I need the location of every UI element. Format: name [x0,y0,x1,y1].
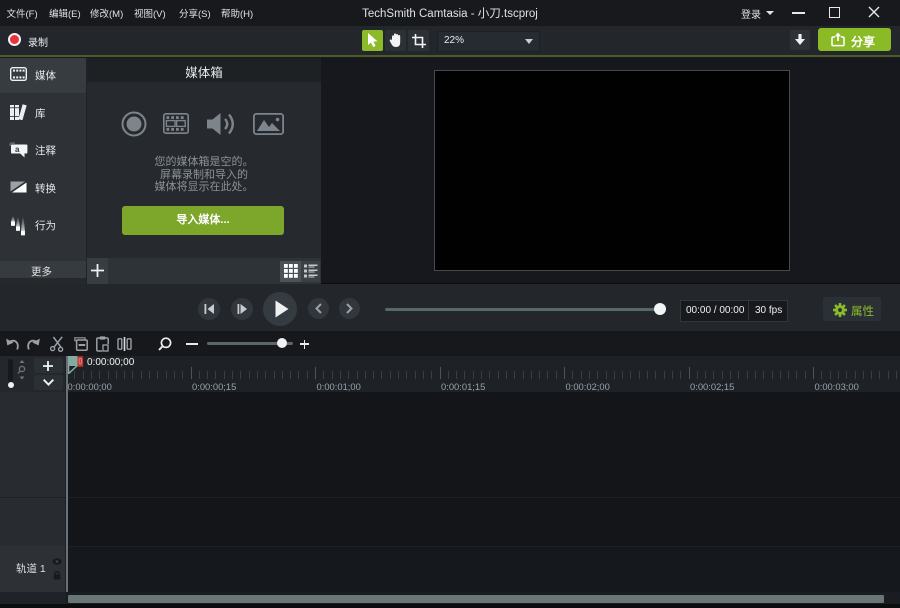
svg-text:a: a [15,145,20,154]
